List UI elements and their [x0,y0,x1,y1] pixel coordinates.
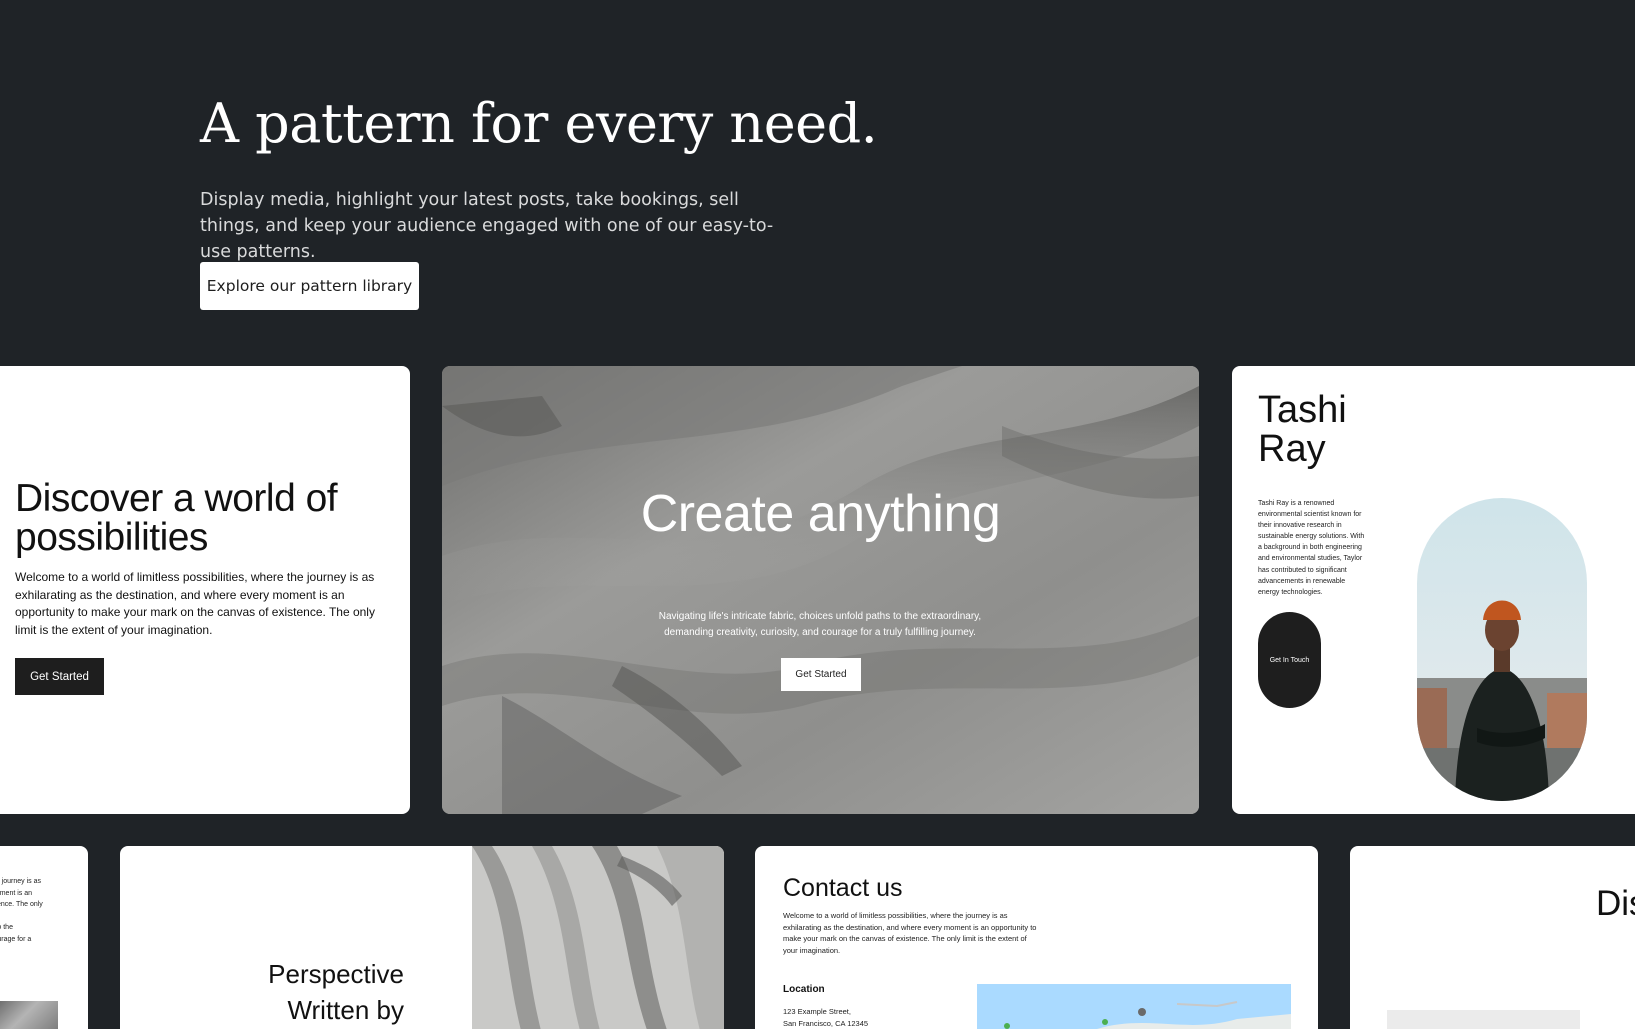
pattern-card-create[interactable]: Create anything Navigating life's intric… [442,366,1199,814]
pattern-card-profile[interactable]: Tashi Ray Tashi Ray is a renowned enviro… [1232,366,1635,814]
partial-body: the journey is as moment is an istence. … [0,878,43,943]
discover-body: Welcome to a world of limitless possibil… [15,570,375,637]
sand-texture-image [472,846,724,1029]
pattern-card-dis[interactable]: Dis [1350,846,1635,1029]
profile-name: Tashi Ray [1258,389,1347,470]
pattern-card-partial[interactable]: the journey is as moment is an istence. … [0,846,88,1029]
pattern-card-perspective[interactable]: Perspective Written by [120,846,724,1029]
profile-bio: Tashi Ray is a renowned environmental sc… [1258,500,1365,596]
sand-dunes-image [442,366,1199,814]
explore-pattern-library-button[interactable]: Explore our pattern library [200,262,419,310]
hero-title: A pattern for every need. [200,92,878,155]
contact-body: Welcome to a world of limitless possibil… [783,911,1037,955]
location-heading: Location [783,984,825,995]
create-title: Create anything [640,485,1001,543]
pattern-card-discover[interactable]: Discover a world of possibilities Welcom… [0,366,410,814]
location-map[interactable] [977,984,1291,1029]
placeholder-block [1387,1010,1580,1029]
get-started-button[interactable]: Get Started [15,658,104,695]
create-body: Navigating life's intricate fabric, choi… [658,611,982,638]
dis-title: Dis [1596,884,1635,923]
contact-title: Contact us [783,874,903,902]
profile-portrait-image [1417,498,1587,801]
address: 123 Example Street, San Francisco, CA 12… [783,1007,869,1028]
perspective-title: Perspective Written by [268,959,404,1025]
get-in-touch-button[interactable]: Get In Touch [1258,612,1321,708]
partial-image [0,1001,58,1029]
pattern-card-contact[interactable]: Contact us Welcome to a world of limitle… [755,846,1318,1029]
get-started-button[interactable]: Get Started [781,658,861,691]
discover-title: Discover a world of possibilities [15,477,338,559]
hero-description: Display media, highlight your latest pos… [200,190,774,262]
